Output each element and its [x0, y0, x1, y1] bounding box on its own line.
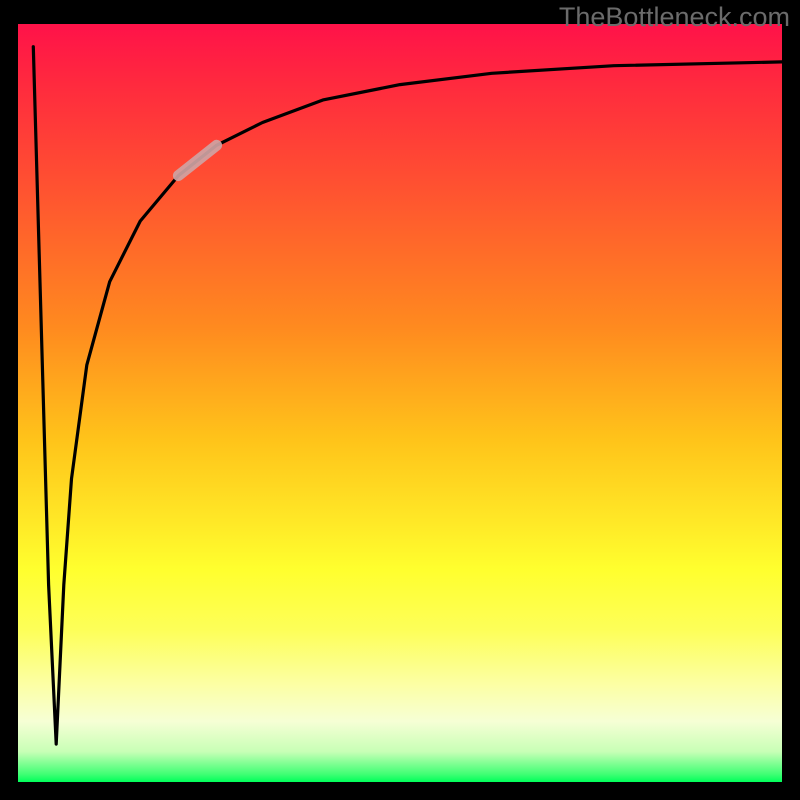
chart-frame: TheBottleneck.com [0, 0, 800, 800]
watermark-text: TheBottleneck.com [559, 2, 790, 33]
main-curve [33, 47, 782, 744]
plot-area [18, 24, 782, 782]
curve-layer [18, 24, 782, 782]
highlight-segment [178, 145, 216, 175]
